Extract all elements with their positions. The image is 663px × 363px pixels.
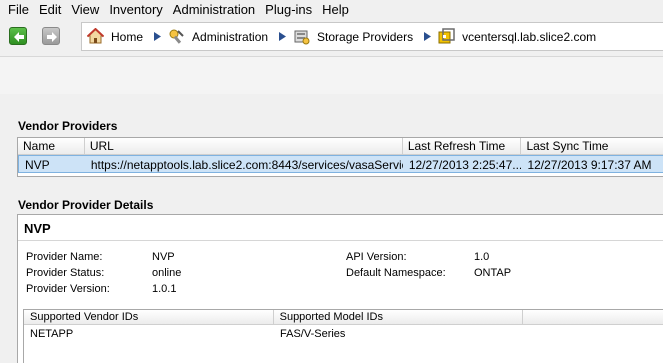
menu-file[interactable]: File [0, 1, 34, 18]
column-header-name[interactable]: Name [18, 138, 85, 154]
table-header: Name URL Last Refresh Time Last Sync Tim… [18, 138, 663, 155]
storage-providers-icon [294, 30, 310, 45]
home-icon [87, 28, 104, 44]
menu-edit[interactable]: Edit [34, 1, 66, 18]
api-version-label: API Version: [346, 251, 407, 263]
provider-version-label: Provider Version: [26, 283, 110, 295]
provider-info-right: API Version: 1.0 Default Namespace: ONTA… [346, 249, 596, 283]
vcenter-icon [438, 28, 455, 44]
divider [18, 240, 663, 241]
chevron-right-icon [154, 32, 162, 41]
menu-inventory[interactable]: Inventory [104, 1, 167, 18]
menu-help[interactable]: Help [317, 1, 354, 18]
column-header-model-ids[interactable]: Supported Model IDs [274, 310, 524, 324]
table-row[interactable]: NETAPP FAS/V-Series [24, 325, 663, 343]
back-arrow-icon [14, 32, 24, 42]
breadcrumb-vcenter[interactable]: vcentersql.lab.slice2.com [438, 28, 596, 45]
supported-ids-table: Supported Vendor IDs Supported Model IDs… [23, 309, 663, 363]
default-namespace-value: ONTAP [474, 267, 512, 279]
column-header-empty [523, 310, 663, 324]
vendor-provider-details-title: Vendor Provider Details [18, 198, 154, 212]
column-header-url[interactable]: URL [85, 138, 403, 154]
provider-heading: NVP [24, 221, 51, 236]
chevron-right-icon [424, 32, 432, 41]
table-row[interactable]: NVP https://netapptools.lab.slice2.com:8… [18, 155, 663, 173]
row-url: https://netapptools.lab.slice2.com:8443/… [90, 158, 403, 172]
chevron-right-icon [279, 32, 287, 41]
model-id-cell: FAS/V-Series [280, 328, 346, 340]
breadcrumb-administration-label: Administration [192, 29, 269, 44]
table-header: Supported Vendor IDs Supported Model IDs [24, 310, 663, 325]
breadcrumb-vcenter-label: vcentersql.lab.slice2.com [462, 29, 597, 44]
vendor-providers-table: Name URL Last Refresh Time Last Sync Tim… [17, 137, 663, 177]
row-last-refresh: 12/27/2013 2:25:47... [408, 158, 522, 172]
menu-bar: File Edit View Inventory Administration … [0, 0, 663, 18]
menu-plugins[interactable]: Plug-ins [260, 1, 317, 18]
breadcrumb-home[interactable]: Home [87, 28, 143, 45]
main-panel: Vendor Providers Name URL Last Refresh T… [0, 94, 663, 363]
vendor-providers-title: Vendor Providers [18, 119, 118, 133]
administration-icon [169, 29, 184, 44]
forward-button[interactable] [42, 27, 60, 45]
breadcrumb-storage-providers-label: Storage Providers [317, 29, 414, 44]
toolbar: Home Administration Storage Providers vc… [0, 18, 663, 56]
provider-version-value: 1.0.1 [152, 283, 177, 295]
menu-administration[interactable]: Administration [168, 1, 260, 18]
vendor-provider-details-panel: NVP Provider Name: NVP Provider Status: … [17, 214, 663, 363]
breadcrumb-administration[interactable]: Administration [168, 28, 268, 45]
provider-info-left: Provider Name: NVP Provider Status: onli… [26, 249, 326, 299]
tab-strip-area [0, 56, 663, 94]
breadcrumb-storage-providers[interactable]: Storage Providers [293, 28, 413, 45]
column-header-vendor-ids[interactable]: Supported Vendor IDs [24, 310, 274, 324]
provider-status-label: Provider Status: [26, 267, 105, 279]
api-version-value: 1.0 [474, 251, 490, 263]
breadcrumb-home-label: Home [111, 29, 144, 44]
breadcrumb: Home Administration Storage Providers vc… [81, 22, 663, 51]
provider-name-label: Provider Name: [26, 251, 103, 263]
back-button[interactable] [9, 27, 27, 45]
row-name: NVP [25, 158, 50, 172]
vendor-id-cell: NETAPP [30, 328, 74, 340]
default-namespace-label: Default Namespace: [346, 267, 446, 279]
column-header-last-refresh[interactable]: Last Refresh Time [403, 138, 522, 154]
provider-name-value: NVP [152, 251, 175, 263]
row-last-sync: 12/27/2013 9:17:37 AM [527, 158, 652, 172]
provider-status-value: online [152, 267, 182, 279]
menu-view[interactable]: View [66, 1, 104, 18]
forward-arrow-icon [47, 32, 57, 42]
column-header-last-sync[interactable]: Last Sync Time [521, 138, 663, 154]
